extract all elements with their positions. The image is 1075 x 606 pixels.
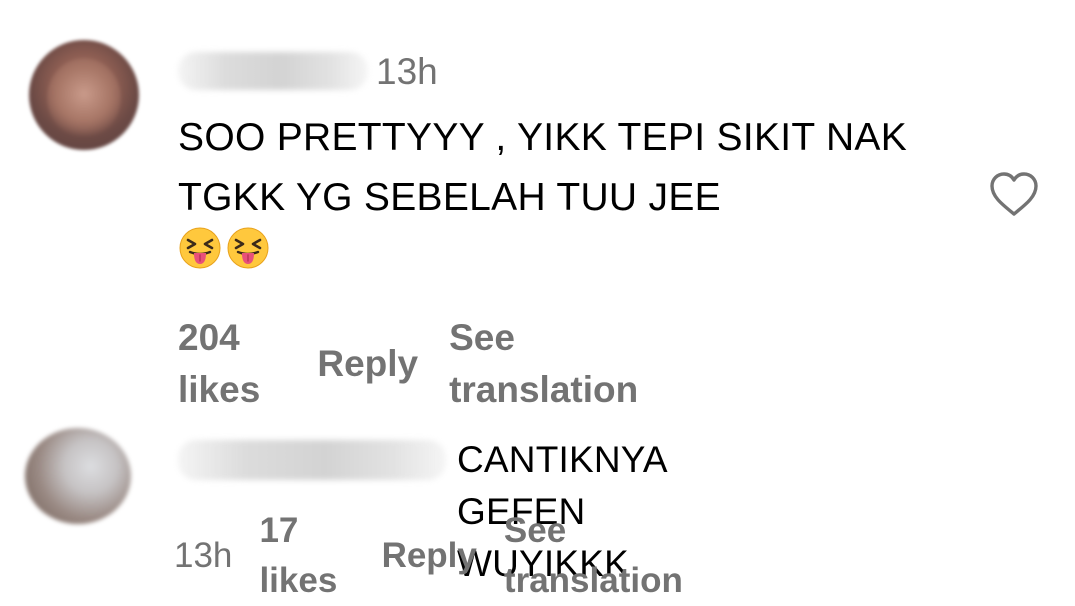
comment-text: SOO PRETTYYY , YIKK TEPI SIKIT NAK TGKK … xyxy=(178,116,908,219)
reply-button[interactable]: Reply xyxy=(317,338,418,390)
face-with-tongue-squinting-icon xyxy=(179,227,221,269)
reply-button[interactable]: Reply xyxy=(382,531,477,581)
comment-actions: 204 likes Reply See translation xyxy=(178,312,638,416)
avatar[interactable] xyxy=(29,40,139,150)
comment-actions: 13h 17 likes Reply See translation xyxy=(174,506,692,606)
avatar[interactable] xyxy=(25,428,131,524)
see-translation-button[interactable]: See translation xyxy=(504,506,693,606)
face-with-tongue-squinting-icon xyxy=(227,227,269,269)
likes-count[interactable]: 204 likes xyxy=(178,312,286,416)
username-redacted[interactable] xyxy=(178,52,368,90)
see-translation-button[interactable]: See translation xyxy=(449,312,638,416)
emoji-row xyxy=(178,226,270,270)
comment-timestamp: 13h xyxy=(174,536,233,575)
comment-timestamp: 13h xyxy=(376,51,438,92)
likes-count[interactable]: 17 likes xyxy=(259,506,354,606)
username-redacted[interactable] xyxy=(178,440,446,480)
heart-outline-icon[interactable] xyxy=(987,168,1041,222)
